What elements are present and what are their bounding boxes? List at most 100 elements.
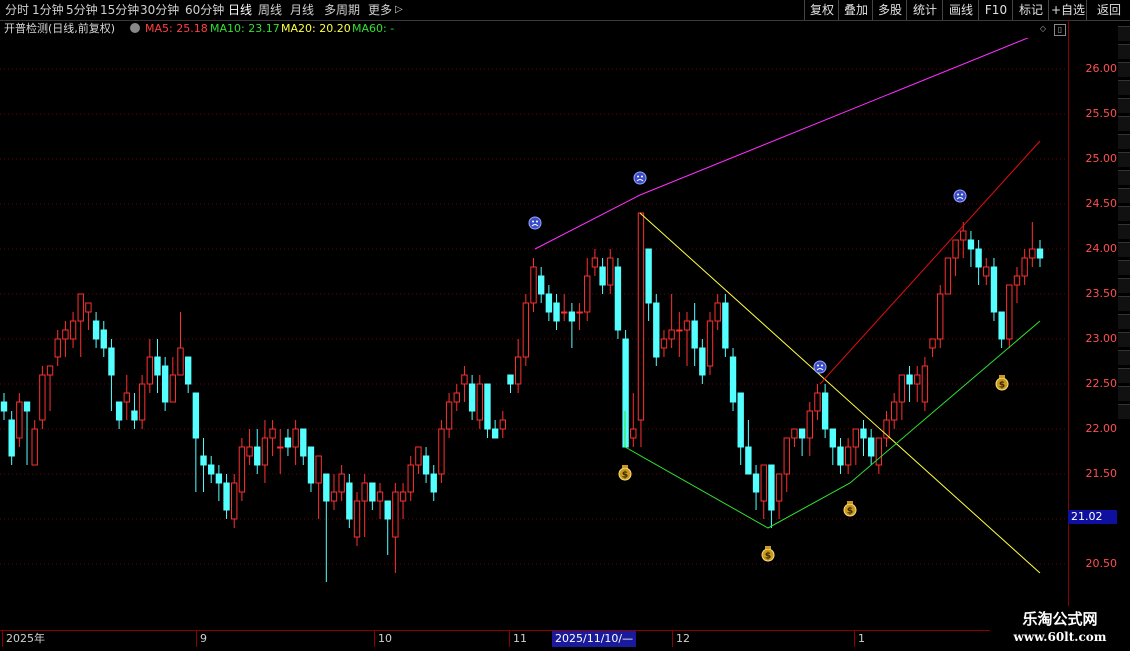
candle-body [369,482,376,502]
side-panel-tab[interactable] [1118,170,1130,185]
candle-body [783,437,790,475]
candle-body [430,473,437,493]
mark-button[interactable]: 标记 [1012,0,1049,20]
side-panel-tab[interactable] [1118,242,1130,257]
candle-body [576,311,583,314]
candle-body [85,302,92,313]
multi-stock-button[interactable]: 多股 [872,0,907,20]
period-monthly[interactable]: 月线 [290,0,314,20]
side-panel-tab[interactable] [1118,350,1130,365]
period-more[interactable]: 更多 [368,0,392,20]
watermark-url: www.60lt.com [1013,630,1107,644]
date-axis: 2025年 9 10 11 2025/11/10/— 12 1 [0,630,1068,651]
candle-body [1006,284,1013,340]
candle-body [223,482,230,511]
settings-dot-icon[interactable] [130,23,140,33]
candle-body [353,500,361,538]
side-panel-tab[interactable] [1118,404,1130,419]
more-arrow-icon[interactable]: ▷ [395,0,403,20]
side-panel-tab[interactable] [1118,44,1130,59]
window-toggle-icon[interactable]: ▯ [1054,24,1066,36]
side-panel-tab[interactable] [1118,188,1130,203]
period-weekly[interactable]: 周线 [258,0,282,20]
candle-body [1029,248,1036,259]
candle-body [852,428,860,448]
candle-body [261,437,269,466]
period-daily[interactable]: 日线 [228,0,252,20]
candle-body [131,410,138,421]
overlay-button[interactable]: 叠加 [838,0,873,20]
side-panel-tab[interactable] [1118,224,1130,239]
candle-body [8,419,15,457]
side-panel-tab[interactable] [1118,134,1130,149]
candle-body [975,248,982,268]
candle-body [798,428,806,439]
candle-body [208,464,215,475]
add-watchlist-button[interactable]: +自选 [1048,0,1087,20]
diamond-icon[interactable]: ◇ [1038,24,1048,34]
candle-body [453,392,460,403]
money-bag-symbol: $ [999,381,1005,391]
x-label-jan: 1 [854,631,865,647]
candle-body [706,320,714,367]
period-15min[interactable]: 15分钟 [100,0,139,20]
candle-body [791,428,798,439]
draw-line-button[interactable]: 画线 [942,0,979,20]
side-panel-tab[interactable] [1118,278,1130,293]
period-1min[interactable]: 1分钟 [32,0,64,20]
candle-body [729,356,737,403]
ma20-value: MA20: 20.20 [281,22,351,35]
candle-body [775,473,783,502]
y-tick-label: 22.50 [1085,377,1118,390]
candle-body [422,455,430,475]
sad-face-eye [637,175,639,178]
candle-body [607,257,614,286]
candle-body [461,374,468,385]
period-5min[interactable]: 5分钟 [66,0,98,20]
period-multi[interactable]: 多周期 [324,0,360,20]
candle-body [115,401,123,421]
back-button[interactable]: 返回 [1086,0,1130,20]
sad-face-eye [957,193,959,196]
side-panel-tab[interactable] [1118,332,1130,347]
candle-body [399,491,407,502]
candle-body [438,428,445,475]
side-panel-tab[interactable] [1118,368,1130,383]
statistics-button[interactable]: 统计 [906,0,943,20]
money-bag-neck [999,375,1005,378]
candle-body [914,374,921,385]
side-panel-tab[interactable] [1118,296,1130,311]
side-panel-tab[interactable] [1118,314,1130,329]
x-label-oct: 10 [374,631,392,647]
sad-face-eye [641,175,643,178]
y-tick-label: 25.00 [1085,152,1118,165]
candle-body [16,401,23,439]
adjust-button[interactable]: 复权 [804,0,839,20]
candle-body [231,482,238,520]
side-panel-tab[interactable] [1118,260,1130,275]
period-30min[interactable]: 30分钟 [140,0,179,20]
side-panel-tab[interactable] [1118,386,1130,401]
candle-body [760,464,767,502]
candlestick-chart[interactable]: $ $ $ $ [0,38,1068,630]
side-panel-tab[interactable] [1118,206,1130,221]
y-tick-label: 21.50 [1085,467,1118,480]
side-panel-tab[interactable] [1118,116,1130,131]
sad-face-eye [961,193,963,196]
indicator-info-bar: 开普检测(日线,前复权) MA5: 25.18 MA10: 23.17 MA20… [0,20,1068,38]
side-panel-tab[interactable] [1118,98,1130,113]
candle-body [323,473,330,502]
money-bag-neck [622,465,628,468]
candle-body [906,374,913,385]
y-tick-label: 25.50 [1085,107,1118,120]
sad-face-eye [821,364,823,367]
side-panel-tab[interactable] [1118,152,1130,167]
side-panel-tab[interactable] [1118,80,1130,95]
candle-body [998,311,1005,340]
period-minute-chart[interactable]: 分时 [5,0,29,20]
side-panel-tab[interactable] [1118,62,1130,77]
f10-button[interactable]: F10 [978,0,1013,20]
side-panel-tab[interactable] [1118,26,1130,41]
candle-body [745,446,752,475]
period-60min[interactable]: 60分钟 [185,0,224,20]
